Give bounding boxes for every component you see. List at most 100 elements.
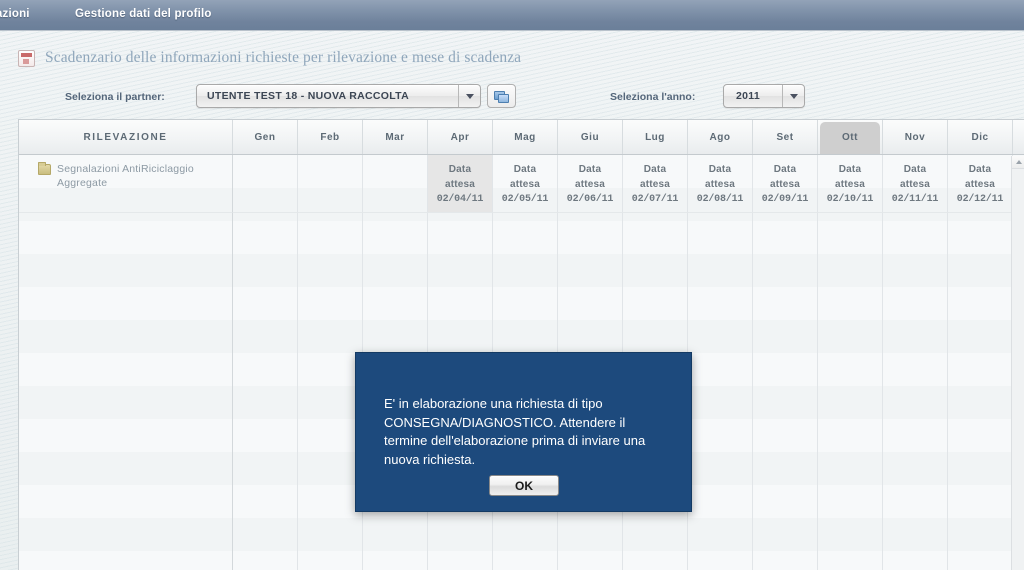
cell-content: Data attesa 02/10/11 xyxy=(827,162,874,207)
column-header-label: Set xyxy=(776,131,794,143)
cell-set[interactable]: Data attesa 02/09/11 xyxy=(753,155,818,213)
cell-waiting-label: attesa xyxy=(444,179,476,190)
cell-waiting-label: Data xyxy=(643,164,667,175)
dialog-message: E' in elaborazione una richiesta di tipo… xyxy=(384,396,646,467)
column-header-nov[interactable]: Nov xyxy=(883,120,948,154)
page-title-row: Scadenzario delle informazioni richieste… xyxy=(18,44,521,72)
column-divider-feb xyxy=(298,155,363,570)
cell-ott[interactable]: Data attesa 02/10/11 xyxy=(818,155,883,213)
column-header-set[interactable]: Set xyxy=(753,120,818,154)
column-header-label: Giu xyxy=(580,131,600,143)
column-header-gen[interactable]: Gen xyxy=(233,120,298,154)
cell-date: 02/05/11 xyxy=(501,194,549,205)
column-header-lug[interactable]: Lug xyxy=(623,120,688,154)
row-header-cell[interactable]: Segnalazioni AntiRiciclaggio Aggregate xyxy=(19,155,233,213)
cell-date: 02/09/11 xyxy=(761,194,809,205)
cell-waiting-label: attesa xyxy=(509,179,541,190)
column-header-label: Nov xyxy=(904,131,926,143)
cell-content: Data attesa 02/11/11 xyxy=(891,162,939,207)
cell-content: Data attesa 02/12/11 xyxy=(956,162,1004,207)
column-divider-ott xyxy=(818,155,883,570)
cell-ago[interactable]: Data attesa 02/08/11 xyxy=(688,155,753,213)
column-divider-set xyxy=(753,155,818,570)
cell-waiting-label: attesa xyxy=(704,179,736,190)
column-header-rilevazione[interactable]: RILEVAZIONE xyxy=(19,120,233,154)
column-header-label: Lug xyxy=(645,131,665,143)
cell-content: Data attesa 02/06/11 xyxy=(566,162,614,207)
chevron-down-icon[interactable] xyxy=(458,85,480,107)
column-header-ott[interactable]: Ott xyxy=(818,120,883,154)
refresh-icon xyxy=(494,90,509,103)
folder-icon xyxy=(38,162,51,175)
cell-content: Data attesa 02/07/11 xyxy=(632,162,679,207)
cell-date: 02/06/11 xyxy=(566,194,614,205)
column-header-dic[interactable]: Dic xyxy=(948,120,1013,154)
cell-content: Data attesa 02/05/11 xyxy=(501,162,549,207)
row-label: Segnalazioni AntiRiciclaggio Aggregate xyxy=(57,163,194,189)
cell-gen[interactable] xyxy=(233,155,298,213)
cell-waiting-label: attesa xyxy=(964,179,996,190)
cell-content: Data attesa 02/04/11 xyxy=(437,162,484,207)
cell-waiting-label: Data xyxy=(513,164,537,175)
cell-waiting-label: attesa xyxy=(639,179,671,190)
nav-item-gestione-dati-profilo[interactable]: Gestione dati del profilo xyxy=(75,8,212,20)
column-header-giu[interactable]: Giu xyxy=(558,120,623,154)
column-header-label: RILEVAZIONE xyxy=(83,131,168,143)
column-header-mag[interactable]: Mag xyxy=(493,120,558,154)
partner-label: Seleziona il partner: xyxy=(65,91,165,103)
column-header-label: Dic xyxy=(971,131,989,143)
cell-waiting-label: attesa xyxy=(769,179,801,190)
cell-mag[interactable]: Data attesa 02/05/11 xyxy=(493,155,558,213)
column-header-label: Mar xyxy=(385,131,405,143)
cell-waiting-label: Data xyxy=(578,164,602,175)
cell-lug[interactable]: Data attesa 02/07/11 xyxy=(623,155,688,213)
column-header-mar[interactable]: Mar xyxy=(363,120,428,154)
cell-nov[interactable]: Data attesa 02/11/11 xyxy=(883,155,948,213)
cell-dic[interactable]: Data attesa 02/12/11 xyxy=(948,155,1013,213)
vertical-scrollbar[interactable] xyxy=(1011,156,1024,570)
cell-mar[interactable] xyxy=(363,155,428,213)
cell-content: Data attesa 02/08/11 xyxy=(696,162,744,207)
column-header-label: Ago xyxy=(709,131,731,143)
top-navigation-bar: zzazioni Gestione dati del profilo xyxy=(0,0,1024,31)
cell-waiting-label: Data xyxy=(838,164,862,175)
column-header-label: Feb xyxy=(320,131,340,143)
year-select-value: 2011 xyxy=(736,90,760,102)
column-header-apr[interactable]: Apr xyxy=(428,120,493,154)
calendar-icon xyxy=(18,49,35,67)
table-row[interactable]: Segnalazioni AntiRiciclaggio Aggregate Da… xyxy=(19,155,1024,213)
cell-waiting-label: attesa xyxy=(899,179,931,190)
cell-giu[interactable]: Data attesa 02/06/11 xyxy=(558,155,623,213)
year-select[interactable]: 2011 xyxy=(723,84,805,108)
cell-feb[interactable] xyxy=(298,155,363,213)
chevron-down-icon[interactable] xyxy=(782,85,804,107)
column-divider-nov xyxy=(883,155,948,570)
cell-date: 02/12/11 xyxy=(956,194,1004,205)
column-header-label: Ott xyxy=(842,131,858,143)
column-header-label: Gen xyxy=(254,131,276,143)
cell-waiting-label: Data xyxy=(448,164,472,175)
partner-select-value: UTENTE TEST 18 - NUOVA RACCOLTA xyxy=(207,90,409,102)
scroll-up-arrow-icon[interactable] xyxy=(1012,156,1024,169)
cell-waiting-label: Data xyxy=(968,164,992,175)
column-header-feb[interactable]: Feb xyxy=(298,120,363,154)
grid-header-row: RILEVAZIONE Gen Feb Mar Apr Mag Giu Lug Ago Set Ot… xyxy=(19,120,1024,155)
partner-select[interactable]: UTENTE TEST 18 - NUOVA RACCOLTA xyxy=(196,84,481,108)
cell-apr[interactable]: Data attesa 02/04/11 xyxy=(428,155,493,213)
column-header-ago[interactable]: Ago xyxy=(688,120,753,154)
column-divider-gen xyxy=(233,155,298,570)
column-divider-rilevazione xyxy=(19,155,233,570)
nav-item-organizzazioni[interactable]: zzazioni xyxy=(0,8,30,20)
ok-button[interactable]: OK xyxy=(489,475,559,496)
cell-waiting-label: Data xyxy=(903,164,927,175)
cell-waiting-label: attesa xyxy=(834,179,866,190)
cell-waiting-label: attesa xyxy=(574,179,606,190)
cell-date: 02/11/11 xyxy=(891,194,939,205)
cell-date: 02/08/11 xyxy=(696,194,744,205)
column-header-label: Mag xyxy=(514,131,536,143)
cell-waiting-label: Data xyxy=(773,164,797,175)
year-label: Seleziona l'anno: xyxy=(610,91,696,103)
filter-bar: Seleziona il partner: UTENTE TEST 18 - N… xyxy=(0,84,1024,114)
cell-waiting-label: Data xyxy=(708,164,732,175)
refresh-button[interactable] xyxy=(487,84,516,108)
